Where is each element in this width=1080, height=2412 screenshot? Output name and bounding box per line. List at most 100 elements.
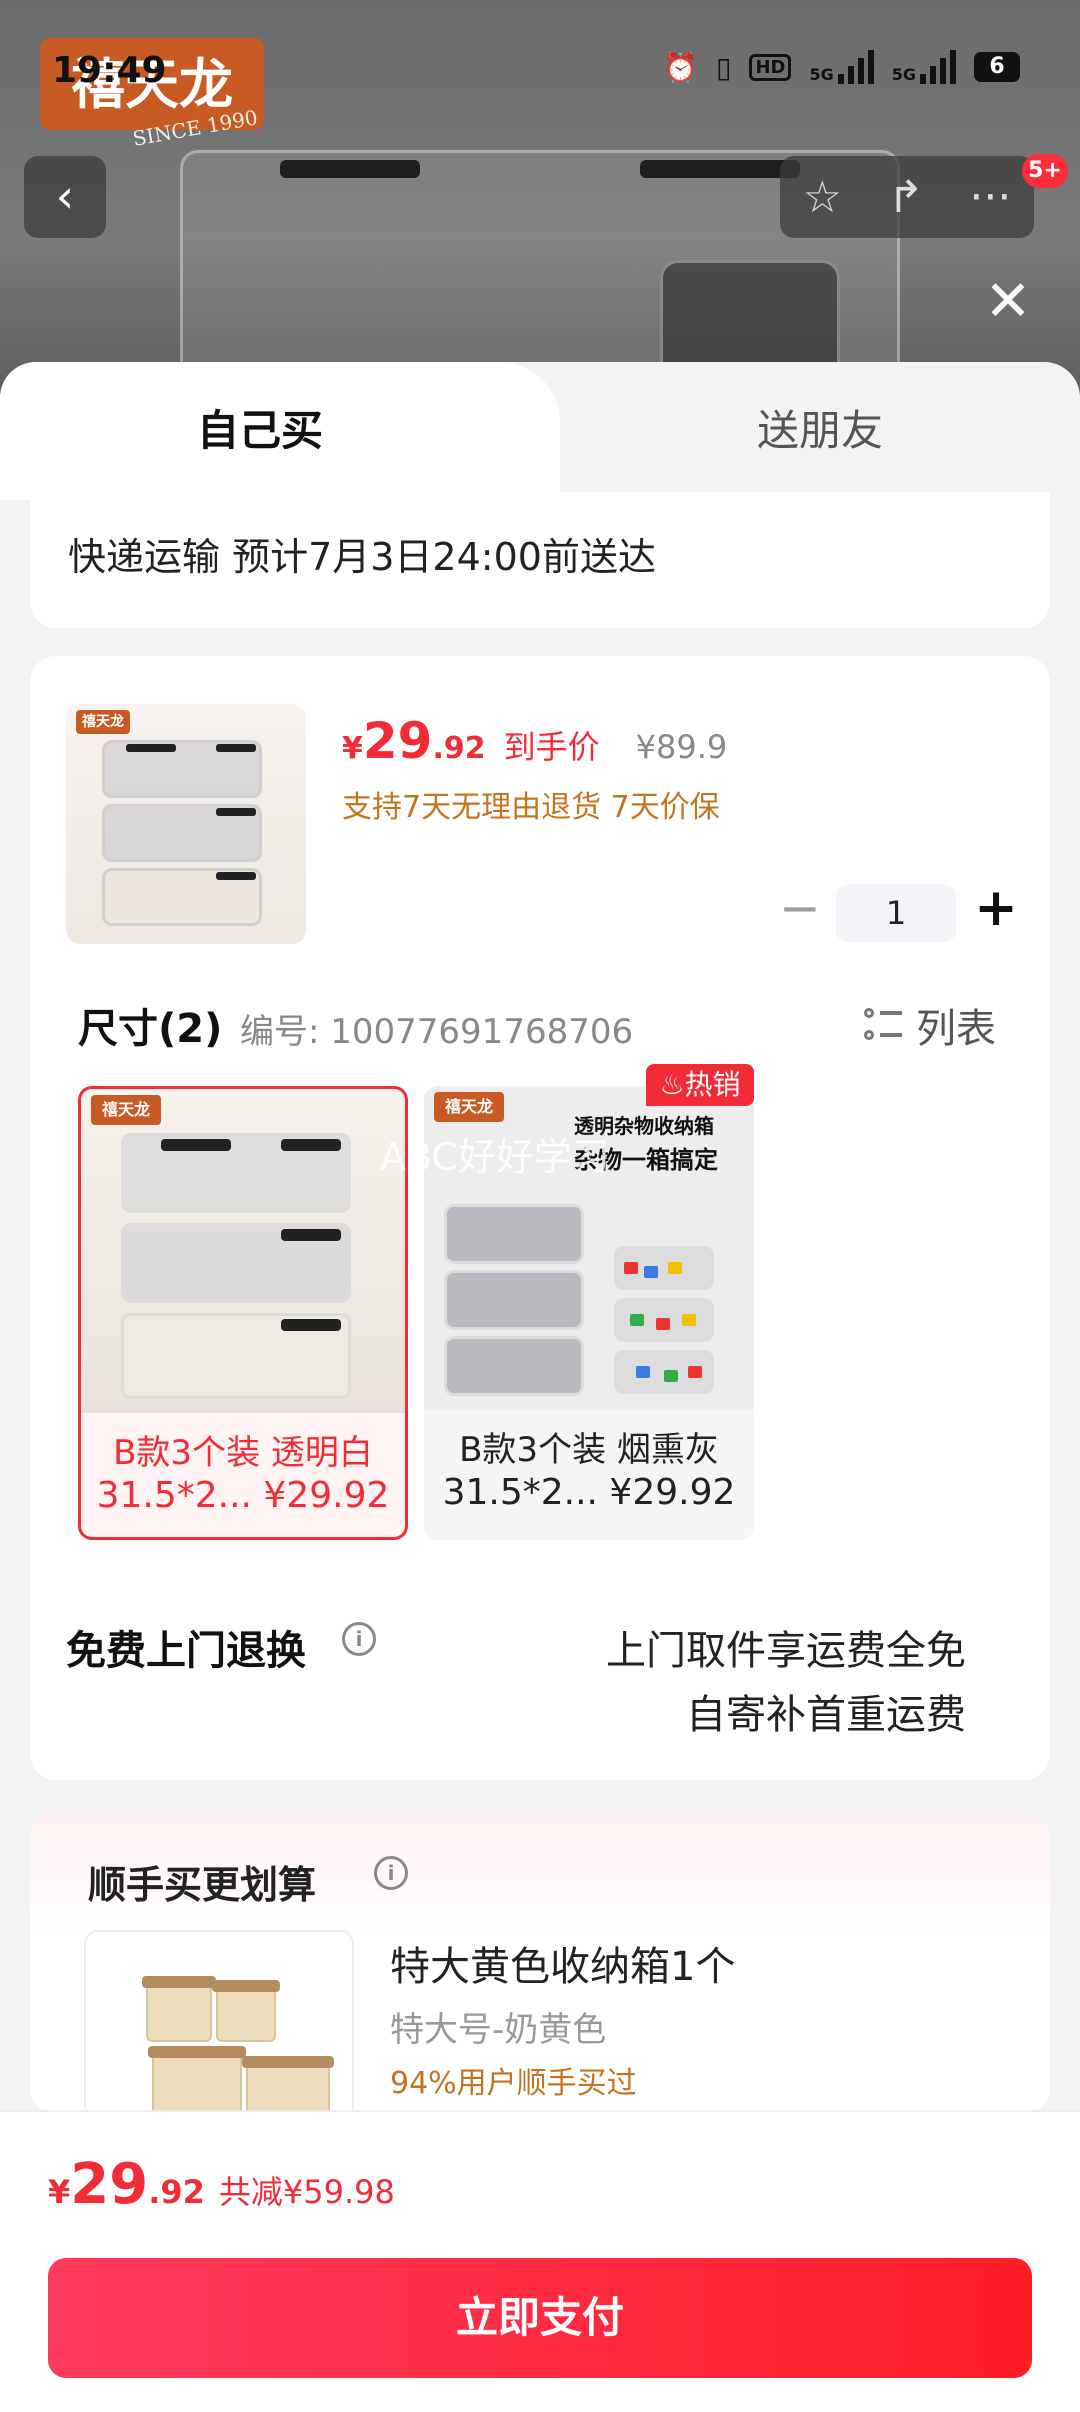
quantity-decrement-button[interactable]: − — [770, 880, 830, 940]
price-row: ¥ 29 .92 到手价 ¥89.9 — [342, 712, 727, 770]
price-integer: 29 — [362, 712, 433, 770]
toy-block — [636, 1366, 650, 1378]
purchase-tabs: 自己买 送朋友 — [0, 362, 1080, 500]
footer-savings: 共减¥59.98 — [218, 2173, 395, 2211]
tab-gift-friend[interactable]: 送朋友 — [560, 362, 1080, 500]
crate-shape — [146, 1982, 212, 2042]
footer-price-decimal: .92 — [148, 2173, 205, 2211]
price-label: 到手价 — [503, 728, 600, 766]
toy-block — [668, 1262, 682, 1274]
toy-block — [682, 1314, 696, 1326]
toy-block — [624, 1262, 638, 1274]
shipping-card: 快递运输 预计7月3日24:00前送达 — [30, 492, 1050, 628]
shipping-estimate: 快递运输 预计7月3日24:00前送达 — [68, 535, 656, 579]
vibrate-icon: ▯ — [716, 50, 732, 84]
crate-lid — [212, 1980, 280, 1992]
crate-lid — [142, 1976, 216, 1988]
battery-icon: 6 — [974, 52, 1020, 82]
bin-handle — [161, 1139, 231, 1151]
footer-price-integer: 29 — [70, 2152, 149, 2217]
variant-spec-price: 31.5*2... ¥29.92 — [442, 1472, 736, 1513]
toy-block — [656, 1318, 670, 1330]
info-icon[interactable]: i — [374, 1856, 408, 1890]
watermark-text: ABC好好学习 — [380, 1135, 610, 1179]
bin-shape — [444, 1204, 584, 1264]
variant-spec-price: 31.5*2... ¥29.92 — [96, 1475, 390, 1516]
toy-block — [644, 1266, 658, 1278]
close-icon[interactable]: ✕ — [978, 272, 1038, 332]
nav-actions: ☆ ↱ ··· — [780, 156, 1034, 238]
list-icon — [864, 1006, 902, 1044]
status-bar: 19:49 ⏰ ▯ HD 5G 5G 6 — [0, 40, 1080, 100]
bin-handle — [281, 1139, 341, 1151]
share-icon[interactable]: ↱ — [887, 172, 924, 223]
product-card: 禧天龙 ¥ 29 .92 到手价 ¥89.9 支持7天无理由退货 7天价保 − … — [30, 656, 1050, 1780]
free-return-title: 免费上门退换 — [66, 1628, 306, 1674]
list-label: 列表 — [916, 1006, 996, 1052]
addon-title: 顺手买更划算 — [88, 1863, 317, 1907]
addon-hint: 94%用户顺手买过 — [390, 2066, 637, 2101]
quantity-input[interactable]: 1 — [836, 884, 956, 942]
pay-now-button[interactable]: 立即支付 — [48, 2258, 1032, 2378]
price-currency: ¥ — [342, 731, 363, 766]
back-button[interactable]: ‹ — [24, 156, 106, 238]
crate-lid — [242, 2056, 334, 2068]
bin-handle — [281, 1229, 341, 1241]
bin-shape — [444, 1336, 584, 1396]
variant-name: B款3个装 透明白 — [113, 1433, 373, 1473]
addon-thumbnail[interactable] — [84, 1930, 354, 2130]
bin-handle — [216, 808, 256, 816]
toy-block — [664, 1370, 678, 1382]
bin-shape — [444, 1270, 584, 1330]
return-self-ship-text: 自寄补首重运费 — [686, 1692, 966, 1738]
backdrop-handle — [280, 160, 420, 178]
addon-product-spec: 特大号-奶黄色 — [390, 2010, 607, 2050]
hot-sale-label: 热销 — [684, 1068, 741, 1101]
variant-option-white[interactable]: 禧天龙 B款3个装 透明白 31.5*2... ¥29.92 — [78, 1086, 408, 1540]
hd-icon: HD — [749, 53, 792, 81]
bin-handle — [216, 744, 256, 752]
signal-5g-icon-2: 5G — [892, 50, 956, 84]
tab-self-buy[interactable]: 自己买 — [0, 362, 560, 500]
alarm-icon: ⏰ — [663, 50, 699, 84]
guarantee-text: 支持7天无理由退货 7天价保 — [342, 790, 720, 825]
variant-name: B款3个装 烟熏灰 — [459, 1430, 719, 1470]
toy-block — [630, 1314, 644, 1326]
footer-currency: ¥ — [48, 2173, 71, 2211]
star-icon[interactable]: ☆ — [803, 172, 842, 223]
original-price: ¥89.9 — [635, 728, 728, 766]
backdrop-handle — [640, 160, 800, 178]
crate-shape — [216, 1986, 276, 2042]
variant-image: 禧天龙 — [81, 1089, 405, 1413]
more-icon[interactable]: ··· — [969, 172, 1011, 223]
bin-handle — [216, 872, 256, 880]
status-icons: ⏰ ▯ HD 5G 5G 6 — [663, 50, 1020, 84]
toy-block — [688, 1366, 702, 1378]
checkout-footer: ¥ 29 .92 共减¥59.98 立即支付 — [0, 2110, 1080, 2412]
list-view-toggle[interactable]: 列表 — [864, 996, 996, 1054]
size-title: 尺寸(2) — [78, 1006, 223, 1052]
quantity-increment-button[interactable]: + — [966, 878, 1026, 938]
footer-price: ¥ 29 .92 共减¥59.98 — [48, 2152, 395, 2217]
info-icon[interactable]: i — [342, 1622, 376, 1656]
crate-lid — [148, 2046, 246, 2058]
brand-mini-logo: 禧天龙 — [76, 710, 130, 734]
bin-handle — [281, 1319, 341, 1331]
flame-icon: ♨ — [659, 1068, 685, 1101]
notification-badge: 5+ — [1022, 154, 1068, 188]
tab-self-buy-label: 自己买 — [196, 406, 323, 455]
bin-handle — [126, 744, 176, 752]
brand-mini-logo: 禧天龙 — [434, 1092, 504, 1122]
return-pickup-text: 上门取件享运费全免 — [606, 1628, 966, 1674]
price-decimal: .92 — [432, 731, 486, 766]
clock: 19:49 — [52, 50, 167, 91]
chevron-left-icon: ‹ — [55, 169, 75, 223]
product-code: 编号: 10077691768706 — [240, 1012, 634, 1052]
addon-product-name[interactable]: 特大黄色收纳箱1个 — [390, 1934, 735, 1992]
hot-sale-tag: ♨热销 — [646, 1064, 754, 1106]
brand-mini-logo: 禧天龙 — [91, 1095, 161, 1125]
product-thumbnail: 禧天龙 — [66, 704, 306, 944]
signal-5g-icon: 5G — [809, 50, 874, 84]
addon-card: 顺手买更划算 i 特大黄色收纳箱1个 特大号-奶黄色 94%用户顺手买过 — [30, 1814, 1050, 2130]
purchase-sheet: 自己买 送朋友 快递运输 预计7月3日24:00前送达 禧天龙 ¥ 29 .92… — [0, 362, 1080, 2412]
